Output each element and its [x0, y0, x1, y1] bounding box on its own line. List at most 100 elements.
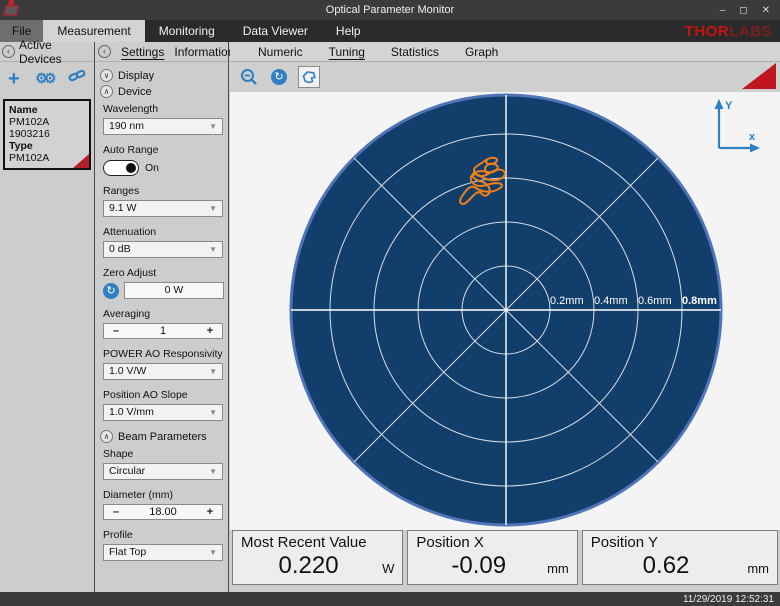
chevron-down-icon: ▼ — [209, 464, 217, 480]
device-selected-marker — [73, 154, 89, 168]
readout-value: 0.62 — [591, 552, 742, 580]
tab-settings[interactable]: Settings — [121, 45, 164, 59]
diameter-increment-button[interactable]: + — [198, 506, 222, 518]
app-icon — [3, 5, 19, 16]
main-tabs: Numeric Tuning Statistics Graph — [230, 42, 780, 62]
auto-range-state: On — [145, 162, 159, 174]
power-ao-label: POWER AO Responsivity — [103, 348, 224, 360]
shape-label: Shape — [103, 448, 224, 460]
menu-help[interactable]: Help — [322, 20, 375, 42]
expand-corner-marker[interactable] — [742, 63, 776, 89]
status-timestamp: 11/29/2019 12:52:31 — [683, 594, 774, 605]
axes-indicator: Y x — [715, 99, 761, 153]
close-button[interactable]: ✕ — [762, 5, 770, 16]
maximize-button[interactable]: ◻ — [739, 5, 747, 16]
zoom-out-button[interactable] — [238, 66, 260, 88]
x-axis-label: x — [749, 131, 756, 143]
main-area: Numeric Tuning Statistics Graph ↻ — [230, 42, 780, 592]
averaging-label: Averaging — [103, 308, 224, 320]
collapse-devices-icon[interactable]: ‹ — [2, 45, 15, 58]
active-devices-panel: ‹ Active Devices + ⚙⚙ Name PM102A 19 — [0, 42, 95, 592]
menu-monitoring[interactable]: Monitoring — [145, 20, 229, 42]
zoom-out-icon — [240, 68, 258, 86]
connect-device-icon[interactable] — [68, 68, 86, 89]
chevron-up-icon[interactable]: ∧ — [100, 430, 113, 443]
averaging-decrement-button[interactable]: – — [104, 325, 128, 337]
diameter-value[interactable]: 18.00 — [128, 506, 198, 518]
tab-graph[interactable]: Graph — [465, 45, 498, 59]
section-beam-parameters[interactable]: ∧ Beam Parameters — [100, 430, 224, 443]
tuning-plot[interactable]: 0.2mm 0.4mm 0.6mm 0.8mm Y x — [230, 92, 780, 530]
profile-select[interactable]: Flat Top▼ — [103, 544, 223, 561]
reset-view-icon: ↻ — [271, 69, 287, 85]
tab-information[interactable]: Information — [174, 45, 234, 59]
averaging-stepper: – 1 + — [103, 323, 223, 339]
device-type-label: Type — [9, 140, 85, 152]
chevron-down-icon: ▼ — [209, 545, 217, 561]
zero-adjust-value: 0 W — [124, 282, 224, 299]
diameter-label: Diameter (mm) — [103, 489, 224, 501]
readout-unit: mm — [741, 561, 769, 576]
configure-device-icon[interactable]: ⚙⚙ — [35, 70, 52, 87]
readout-most-recent-value: Most Recent Value 0.220 W — [232, 530, 403, 585]
power-ao-select[interactable]: 1.0 V/W▼ — [103, 363, 223, 380]
readout-value: 0.220 — [241, 552, 376, 580]
averaging-value[interactable]: 1 — [128, 325, 198, 337]
wavelength-select[interactable]: 190 nm▼ — [103, 118, 223, 135]
position-ao-label: Position AO Slope — [103, 389, 224, 401]
window-title: Optical Parameter Monitor — [0, 4, 780, 16]
minimize-button[interactable]: – — [720, 5, 726, 16]
tab-numeric[interactable]: Numeric — [258, 45, 303, 59]
reset-view-button[interactable]: ↻ — [268, 66, 290, 88]
device-card[interactable]: Name PM102A 1903216 Type PM102A — [3, 99, 91, 170]
profile-label: Profile — [103, 529, 224, 541]
chevron-down-icon: ▼ — [209, 119, 217, 135]
ranges-select[interactable]: 9.1 W▼ — [103, 200, 223, 217]
add-device-icon[interactable]: + — [8, 70, 20, 88]
diameter-decrement-button[interactable]: – — [104, 506, 128, 518]
chevron-up-icon[interactable]: ∧ — [100, 85, 113, 98]
tab-tuning[interactable]: Tuning — [329, 45, 365, 59]
position-ao-select[interactable]: 1.0 V/mm▼ — [103, 404, 223, 421]
ranges-label: Ranges — [103, 185, 224, 197]
chevron-down-icon: ▼ — [209, 242, 217, 258]
tab-statistics[interactable]: Statistics — [391, 45, 439, 59]
menu-data-viewer[interactable]: Data Viewer — [229, 20, 322, 42]
section-device[interactable]: ∧ Device — [100, 85, 224, 98]
averaging-increment-button[interactable]: + — [198, 325, 222, 337]
thorlabs-logo: THORLABS — [685, 20, 780, 42]
chevron-down-icon: ▼ — [209, 364, 217, 380]
y-axis-label: Y — [725, 100, 733, 112]
ring-label-0.2mm: 0.2mm — [550, 295, 584, 307]
ring-label-0.6mm: 0.6mm — [638, 295, 672, 307]
attenuation-select[interactable]: 0 dB▼ — [103, 241, 223, 258]
ring-label-0.8mm: 0.8mm — [682, 295, 717, 307]
shape-select[interactable]: Circular▼ — [103, 463, 223, 480]
app-window: Optical Parameter Monitor – ◻ ✕ File Mea… — [0, 0, 780, 606]
readout-unit: W — [376, 561, 394, 576]
plot-canvas[interactable]: 0.2mm 0.4mm 0.6mm 0.8mm Y x — [230, 92, 780, 530]
attenuation-label: Attenuation — [103, 226, 224, 238]
auto-range-label: Auto Range — [103, 144, 224, 156]
plot-toolbar: ↻ — [230, 62, 780, 92]
section-display[interactable]: ∨ Display — [100, 69, 224, 82]
readout-position-y: Position Y 0.62 mm — [582, 530, 778, 585]
auto-range-toggle[interactable] — [103, 160, 139, 176]
freeform-trace-button[interactable] — [298, 66, 320, 88]
chevron-down-icon: ▼ — [209, 201, 217, 217]
zero-adjust-icon[interactable]: ↻ — [103, 283, 119, 299]
wavelength-label: Wavelength — [103, 103, 224, 115]
zero-adjust-label: Zero Adjust — [103, 267, 224, 279]
active-devices-header: Active Devices — [19, 38, 92, 66]
readout-title: Position X — [416, 534, 568, 551]
status-bar: 11/29/2019 12:52:31 — [0, 592, 780, 606]
readout-unit: mm — [541, 561, 569, 576]
chevron-down-icon[interactable]: ∨ — [100, 69, 113, 82]
title-bar: Optical Parameter Monitor – ◻ ✕ — [0, 0, 780, 20]
ring-label-0.4mm: 0.4mm — [594, 295, 628, 307]
diameter-stepper: – 18.00 + — [103, 504, 223, 520]
readout-position-x: Position X -0.09 mm — [407, 530, 577, 585]
device-name: PM102A 1903216 — [9, 116, 85, 140]
collapse-settings-icon[interactable]: ‹ — [98, 45, 111, 58]
menu-bar: File Measurement Monitoring Data Viewer … — [0, 20, 780, 42]
